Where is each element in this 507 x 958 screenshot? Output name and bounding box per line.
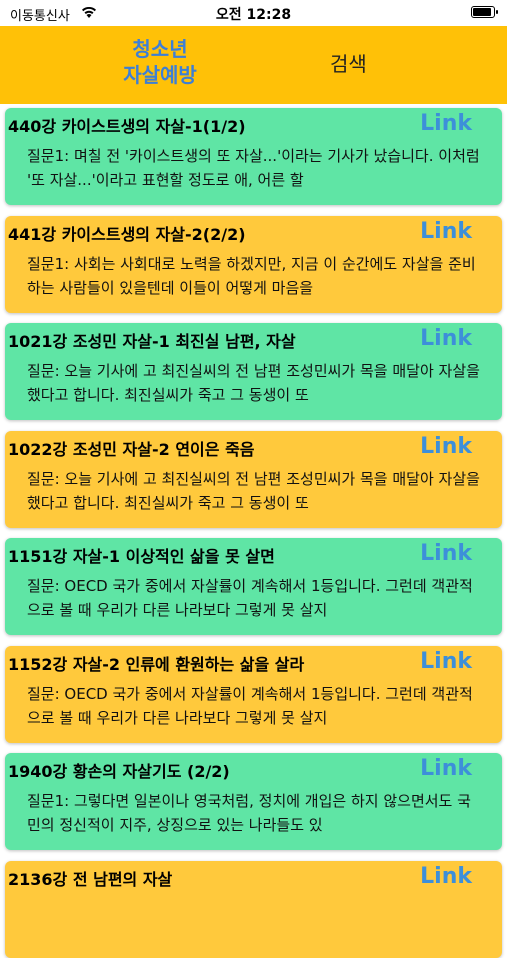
list-item[interactable]: 2136강 전 남편의 자살 Link (5, 860, 502, 958)
item-title: 441강 카이스트생의 자살-2(2/2) (8, 224, 246, 244)
item-link-button[interactable]: Link (420, 326, 472, 351)
item-title: 440강 카이스트생의 자살-1(1/2) (8, 117, 246, 136)
item-summary (27, 897, 482, 945)
item-title: 2136강 전 남편의 자살 (8, 869, 173, 889)
battery-level (473, 8, 491, 16)
item-title: 1021강 조성민 자살-1 최진실 남편, 자살 (8, 332, 296, 351)
search-button[interactable]: 검색 (330, 48, 367, 77)
item-title: 1151강 자살-1 이상적인 삶을 못 살면 (8, 547, 275, 566)
list-item[interactable]: 1940강 황손의 자살기도 (2/2) Link 질문1: 그렇다면 일본이나 영… (5, 753, 502, 850)
item-link-button[interactable]: Link (420, 111, 472, 136)
item-link-button[interactable]: Link (420, 756, 472, 781)
status-time: 오전 12:28 (215, 7, 292, 23)
item-summary: 질문: 오늘 기사에 고 최진실씨의 전 남편 조성민씨가 목을 매달아 자살을… (27, 362, 480, 404)
item-link-button[interactable]: Link (420, 219, 472, 244)
brand-line-1: 청소년 (132, 37, 188, 61)
item-summary: 질문1: 며칠 전 '카이스트생의 또 자살...'이라는 기사가 났습니다. … (27, 147, 480, 189)
app-header: 청소년 자살예방 검색 (0, 26, 507, 104)
item-link-button[interactable]: Link (420, 541, 472, 566)
item-title: 1152강 자살-2 인류에 환원하는 삶을 살라 (8, 654, 305, 674)
item-summary: 질문: OECD 국가 중에서 자살률이 계속해서 1등입니다. 그런데 객관적… (27, 577, 473, 619)
status-bar: 이동통신사 오전 12:28 (0, 0, 507, 26)
item-summary: 질문1: 그렇다면 일본이나 영국처럼, 정치에 개입은 하지 않으면서도 국민… (27, 792, 471, 834)
item-summary: 질문: 오늘 기사에 고 최진실씨의 전 남편 조성민씨가 목을 매달아 자살을… (27, 469, 480, 512)
list-item[interactable]: 440강 카이스트생의 자살-1(1/2) Link 질문1: 며칠 전 '카이스트… (5, 108, 502, 205)
list-item[interactable]: 1021강 조성민 자살-1 최진실 남편, 자살 Link 질문: 오늘 기사에 … (5, 323, 502, 420)
list-item[interactable]: 1152강 자살-2 인류에 환원하는 삶을 살라 Link 질문: OECD 국가… (5, 645, 502, 743)
item-title: 1940강 황손의 자살기도 (2/2) (8, 762, 230, 781)
item-title: 1022강 조성민 자살-2 연이은 죽음 (8, 439, 255, 459)
list-item[interactable]: 1151강 자살-1 이상적인 삶을 못 살면 Link 질문: OECD 국가 중… (5, 538, 502, 635)
list-item[interactable]: 1022강 조성민 자살-2 연이은 죽음 Link 질문: 오늘 기사에 고 최진… (5, 430, 502, 528)
item-summary: 질문: OECD 국가 중에서 자살률이 계속해서 1등입니다. 그런데 객관적… (27, 684, 473, 727)
app-brand[interactable]: 청소년 자살예방 (90, 36, 230, 88)
item-link-button[interactable]: Link (420, 649, 472, 674)
item-summary: 질문1: 사회는 사회대로 노력을 하겠지만, 지금 이 순간에도 자살을 준비… (27, 254, 476, 297)
list-item[interactable]: 441강 카이스트생의 자살-2(2/2) Link 질문1: 사회는 사회대로 노… (5, 215, 502, 313)
item-link-button[interactable]: Link (420, 864, 472, 889)
item-link-button[interactable]: Link (420, 434, 472, 459)
battery-icon (471, 6, 498, 18)
brand-line-2: 자살예방 (123, 63, 197, 87)
